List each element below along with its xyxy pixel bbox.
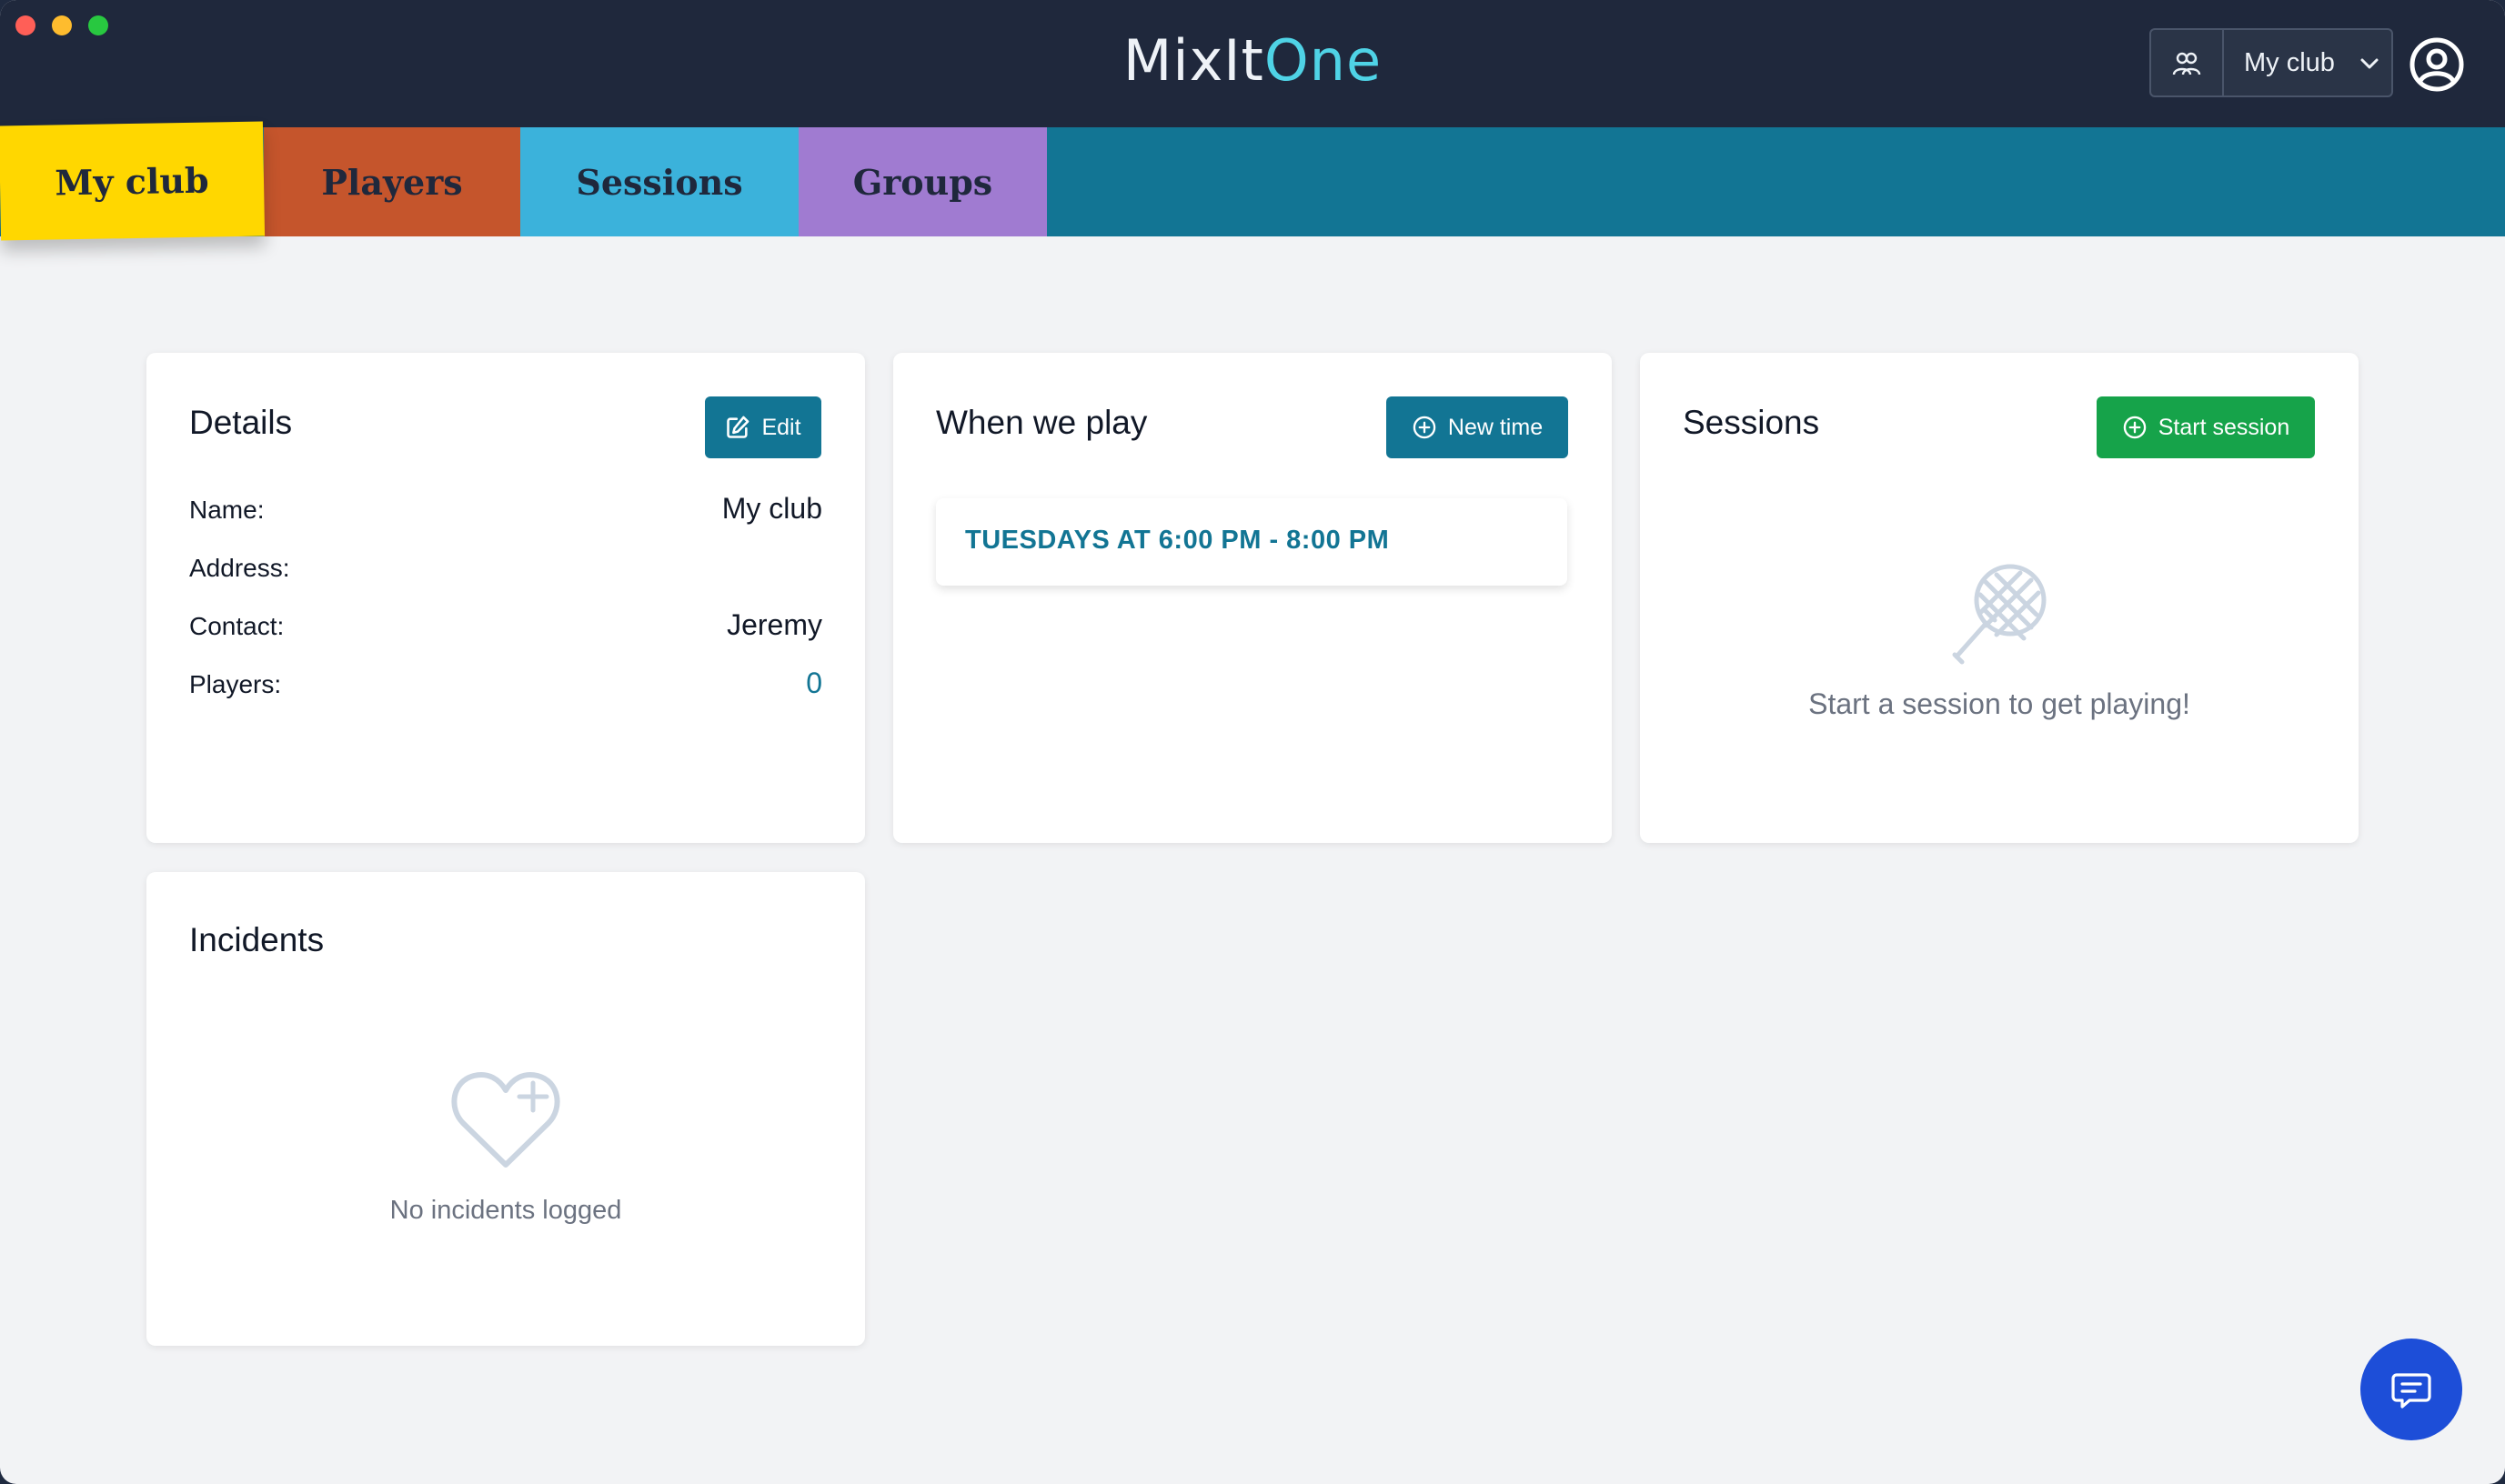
name-value: My club (721, 492, 822, 525)
tab-my-club[interactable]: My club (0, 121, 266, 241)
tab-players[interactable]: Players (264, 127, 520, 236)
tab-sessions[interactable]: Sessions (520, 127, 799, 236)
contact-label: Contact: (189, 612, 285, 640)
user-account-icon[interactable] (2409, 36, 2465, 93)
players-count-link[interactable]: 0 (806, 667, 822, 700)
brand-accent: One (1263, 27, 1383, 94)
club-selector-label: My club (2244, 48, 2335, 77)
edit-icon (727, 416, 749, 438)
club-selector[interactable]: My club (2149, 28, 2393, 97)
tennis-racket-icon (1952, 564, 2047, 665)
chat-bubble-icon (2391, 1373, 2431, 1409)
sessions-title: Sessions (1683, 404, 1820, 441)
contact-value: Jeremy (727, 608, 822, 641)
users-icon (2172, 52, 2201, 75)
app-logo: MixItOne (0, 27, 2505, 94)
name-label: Name: (189, 496, 265, 524)
tab-groups[interactable]: Groups (799, 127, 1047, 236)
when-we-play-title: When we play (936, 404, 1148, 441)
brand-main: MixIt (1122, 27, 1264, 94)
heart-plus-icon (451, 1072, 560, 1168)
incidents-empty-message: No incidents logged (389, 1196, 622, 1225)
edit-button[interactable]: Edit (705, 396, 821, 458)
chat-button[interactable] (2360, 1339, 2462, 1440)
players-label: Players: (189, 670, 282, 698)
details-card: Details Edit Name: My club Address: Cont… (146, 353, 865, 843)
start-session-button[interactable]: Start session (2097, 396, 2315, 458)
sessions-card: Sessions Start session Start a session t… (1640, 353, 2359, 843)
address-label: Address: (189, 554, 290, 582)
when-we-play-card: When we play New time TUESDAYS AT 6:00 P… (893, 353, 1612, 843)
play-time-item[interactable]: TUESDAYS AT 6:00 PM - 8:00 PM (936, 498, 1567, 586)
start-session-button-label: Start session (2158, 414, 2290, 440)
header-bar: MixItOne My club (0, 0, 2505, 127)
play-time-text: TUESDAYS AT 6:00 PM - 8:00 PM (965, 526, 1390, 555)
plus-circle-icon (2123, 416, 2146, 439)
incidents-title: Incidents (189, 921, 325, 958)
plus-circle-icon (1413, 416, 1436, 439)
app-window: MixItOne My club My club Players Session… (0, 0, 2505, 1484)
edit-button-label: Edit (761, 414, 801, 440)
incidents-card: Incidents No incidents logged (146, 872, 865, 1346)
details-title: Details (189, 404, 293, 441)
sessions-empty-message: Start a session to get playing! (1808, 687, 2190, 720)
chevron-down-icon (2360, 58, 2379, 69)
new-time-button-label: New time (1447, 414, 1544, 440)
new-time-button[interactable]: New time (1386, 396, 1568, 458)
club-selector-divider (2222, 28, 2224, 97)
